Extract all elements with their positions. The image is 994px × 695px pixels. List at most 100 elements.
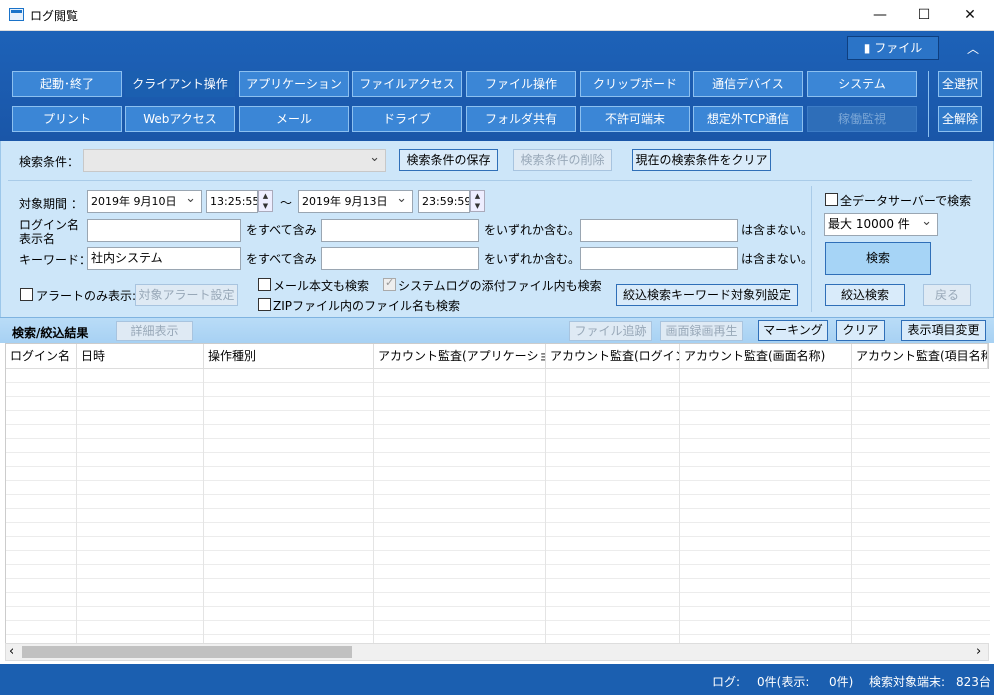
column-header-login[interactable]: ログイン名 bbox=[6, 344, 77, 369]
any-include-label: をいずれか含む。 bbox=[484, 223, 581, 237]
syslog-attach-checkbox[interactable] bbox=[383, 276, 396, 291]
column-header-audit-screen[interactable]: アカウント監査(画面名称) bbox=[680, 344, 852, 369]
zip-names-label: ZIPファイル内のファイル名も検索 bbox=[273, 299, 460, 313]
spin-up-icon[interactable]: ▲ bbox=[259, 191, 272, 201]
login-any-field[interactable] bbox=[321, 219, 479, 242]
back-button[interactable]: 戻る bbox=[923, 284, 971, 306]
column-divider bbox=[679, 369, 680, 644]
category-unauthorized-device[interactable]: 不許可端末 bbox=[580, 106, 690, 132]
column-header-datetime[interactable]: 日時 bbox=[77, 344, 204, 369]
target-label: 検索対象端末: bbox=[869, 675, 946, 689]
column-settings-button[interactable]: 表示項目変更 bbox=[901, 320, 986, 341]
panel-vertical-divider bbox=[811, 186, 812, 312]
search-condition-label: 検索条件： bbox=[19, 155, 80, 169]
horizontal-scrollbar[interactable]: ‹ › bbox=[5, 643, 989, 661]
category-drive[interactable]: ドライブ bbox=[352, 106, 462, 132]
time-from-spinner[interactable]: ▲ ▼ bbox=[258, 190, 273, 212]
keyword-label: キーワード： bbox=[19, 253, 92, 267]
date-from-picker[interactable]: 2019年 9月10日 bbox=[87, 190, 202, 213]
screen-recording-button[interactable]: 画面録画再生 bbox=[660, 321, 743, 341]
mail-body-checkbox[interactable] bbox=[258, 278, 271, 291]
not-include-label: は含まない。 bbox=[741, 252, 814, 266]
scroll-thumb[interactable] bbox=[22, 646, 352, 658]
refine-search-button[interactable]: 絞込検索 bbox=[825, 284, 905, 306]
file-menu-label: ファイル bbox=[874, 41, 923, 55]
log-count: 0件(表示: bbox=[757, 675, 810, 689]
keyword-exclude-field[interactable] bbox=[580, 247, 738, 270]
results-grid bbox=[6, 369, 990, 644]
results-table[interactable]: ログイン名 日時 操作種別 アカウント監査(アプリケーショ… アカウント監査(ロ… bbox=[5, 343, 990, 644]
category-clipboard[interactable]: クリップボード bbox=[580, 71, 690, 97]
max-rows-select[interactable]: 最大 10000 件 bbox=[824, 213, 938, 236]
close-button[interactable]: ✕ bbox=[947, 0, 993, 31]
title-bar: ログ閲覧 — ☐ ✕ bbox=[0, 0, 994, 31]
ribbon-divider bbox=[928, 71, 929, 137]
save-condition-button[interactable]: 検索条件の保存 bbox=[399, 149, 498, 171]
spin-up-icon[interactable]: ▲ bbox=[471, 191, 484, 201]
zip-names-checkbox[interactable] bbox=[258, 298, 271, 311]
column-divider bbox=[373, 369, 374, 644]
category-print[interactable]: プリント bbox=[12, 106, 122, 132]
category-unexpected-tcp[interactable]: 想定外TCP通信 bbox=[693, 106, 803, 132]
select-all-button[interactable]: 全選択 bbox=[938, 71, 982, 97]
maximize-button[interactable]: ☐ bbox=[901, 0, 947, 31]
category-file-operation[interactable]: ファイル操作 bbox=[466, 71, 576, 97]
category-application[interactable]: アプリケーション bbox=[239, 71, 349, 97]
alert-only-checkbox[interactable] bbox=[20, 288, 33, 301]
target-count: 823台 bbox=[956, 675, 991, 689]
date-to-picker[interactable]: 2019年 9月13日 bbox=[298, 190, 413, 213]
clear-marking-button[interactable]: クリア bbox=[836, 320, 885, 341]
delete-condition-button[interactable]: 検索条件の削除 bbox=[513, 149, 612, 171]
column-divider bbox=[545, 369, 546, 644]
category-startup[interactable]: 起動･終了 bbox=[12, 71, 122, 97]
category-file-access[interactable]: ファイルアクセス bbox=[352, 71, 462, 97]
all-servers-label: 全データサーバーで検索 bbox=[840, 194, 972, 208]
file-trace-button[interactable]: ファイル追跡 bbox=[569, 321, 652, 341]
time-to-field[interactable]: 23:59:59 bbox=[418, 190, 470, 213]
column-header-audit-app[interactable]: アカウント監査(アプリケーショ… bbox=[374, 344, 546, 369]
spin-down-icon[interactable]: ▼ bbox=[471, 201, 484, 211]
marking-button[interactable]: マーキング bbox=[758, 320, 828, 341]
category-web-access[interactable]: Webアクセス bbox=[125, 106, 235, 132]
file-menu-button[interactable]: ▮ ファイル bbox=[847, 36, 939, 60]
search-condition-select[interactable] bbox=[83, 149, 386, 172]
category-uptime-monitor[interactable]: 稼働監視 bbox=[807, 106, 917, 132]
detail-view-button[interactable]: 詳細表示 bbox=[116, 321, 193, 341]
clear-all-button[interactable]: 全解除 bbox=[938, 106, 982, 132]
time-to-spinner[interactable]: ▲ ▼ bbox=[470, 190, 485, 212]
minimize-button[interactable]: — bbox=[857, 0, 903, 31]
collapse-ribbon-icon[interactable]: ︿ bbox=[967, 40, 979, 57]
column-header-audit-login[interactable]: アカウント監査(ログイン… bbox=[546, 344, 680, 369]
keyword-all-field[interactable]: 社内システム bbox=[87, 247, 241, 270]
column-header-audit-item[interactable]: アカウント監査(項目名称 bbox=[852, 344, 988, 369]
shown-count: 0件) bbox=[829, 675, 854, 689]
scroll-right-icon[interactable]: › bbox=[976, 644, 981, 659]
spin-down-icon[interactable]: ▼ bbox=[259, 201, 272, 211]
login-all-field[interactable] bbox=[87, 219, 241, 242]
category-comm-device[interactable]: 通信デバイス bbox=[693, 71, 803, 97]
login-exclude-field[interactable] bbox=[580, 219, 738, 242]
clear-condition-button[interactable]: 現在の検索条件をクリア bbox=[632, 149, 771, 171]
category-system[interactable]: システム bbox=[807, 71, 917, 97]
all-include-label: をすべて含み bbox=[246, 223, 317, 237]
syslog-attach-label: システムログの添付ファイル内も検索 bbox=[398, 279, 602, 293]
all-servers-checkbox[interactable] bbox=[825, 193, 838, 206]
log-label: ログ: bbox=[712, 675, 741, 689]
all-include-label: をすべて含み bbox=[246, 252, 317, 266]
display-name-label: 表示名 bbox=[19, 232, 56, 246]
category-folder-share[interactable]: フォルダ共有 bbox=[466, 106, 576, 132]
alert-setting-button[interactable]: 対象アラート設定 bbox=[135, 284, 238, 306]
file-icon: ▮ bbox=[863, 41, 875, 55]
mail-body-label: メール本文も検索 bbox=[273, 279, 370, 293]
category-client-operation[interactable]: クライアント操作 bbox=[125, 71, 235, 97]
category-mail[interactable]: メール bbox=[239, 106, 349, 132]
time-from-field[interactable]: 13:25:55 bbox=[206, 190, 258, 213]
refine-keyword-setting-button[interactable]: 絞込検索キーワード対象列設定 bbox=[616, 284, 798, 306]
window-title: ログ閲覧 bbox=[30, 9, 79, 23]
scroll-left-icon[interactable]: ‹ bbox=[9, 644, 14, 659]
column-divider bbox=[203, 369, 204, 644]
keyword-any-field[interactable] bbox=[321, 247, 479, 270]
column-header-operation[interactable]: 操作種別 bbox=[204, 344, 374, 369]
search-button[interactable]: 検索 bbox=[825, 242, 931, 275]
app-icon bbox=[9, 8, 24, 21]
